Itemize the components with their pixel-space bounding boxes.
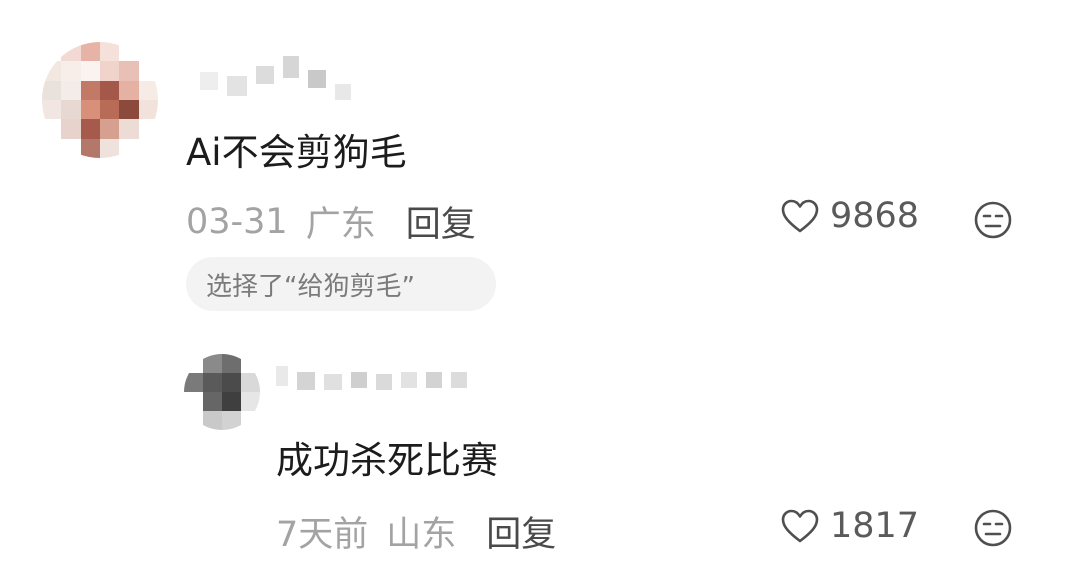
- avatar-pixel: [184, 392, 203, 411]
- avatar-pixel: [42, 80, 62, 100]
- avatar-pixel: [138, 138, 158, 158]
- avatar-pixel: [138, 42, 158, 62]
- avatar-pixel: [100, 119, 120, 139]
- avatar-pixel: [80, 42, 100, 62]
- avatar-pixel: [119, 80, 139, 100]
- like-button[interactable]: 1817: [780, 506, 919, 546]
- like-button[interactable]: 9868: [780, 196, 919, 236]
- avatar-pixel: [203, 373, 222, 392]
- avatar-pixel: [42, 100, 62, 120]
- avatar-pixel: [61, 42, 81, 62]
- avatar-pixel: [61, 119, 81, 139]
- avatar-pixel: [80, 138, 100, 158]
- reply-button[interactable]: 回复: [486, 506, 556, 557]
- avatar-pixel: [241, 392, 260, 411]
- unamused-face-icon: [974, 201, 1012, 239]
- avatar-pixel: [203, 411, 222, 430]
- avatar-pixel: [61, 61, 81, 81]
- avatar-pixel: [138, 119, 158, 139]
- reply-button[interactable]: 回复: [406, 196, 476, 247]
- avatar-pixel: [222, 392, 241, 411]
- avatar-pixel: [119, 42, 139, 62]
- avatar-pixel: [100, 42, 120, 62]
- avatar-pixel: [119, 61, 139, 81]
- avatar-pixel: [241, 411, 260, 430]
- avatar-pixel: [42, 42, 62, 62]
- avatar-pixel: [119, 138, 139, 158]
- like-count: 9868: [830, 196, 920, 236]
- avatar-pixel: [203, 354, 222, 373]
- avatar-pixel: [100, 100, 120, 120]
- like-count: 1817: [830, 506, 920, 546]
- comment-date: 7天前: [276, 515, 369, 555]
- avatar-pixel: [119, 119, 139, 139]
- avatar-pixel: [222, 411, 241, 430]
- avatar-pixel: [80, 119, 100, 139]
- avatar-pixel: [241, 354, 260, 373]
- avatar-pixel: [138, 61, 158, 81]
- avatar[interactable]: [42, 42, 158, 158]
- avatar-pixel: [241, 373, 260, 392]
- heart-outline-icon: [781, 509, 819, 543]
- avatar-pixel: [138, 80, 158, 100]
- avatar-pixel: [100, 61, 120, 81]
- dislike-button[interactable]: [973, 508, 1013, 548]
- avatar-pixel: [42, 119, 62, 139]
- avatar-pixel: [184, 373, 203, 392]
- avatar-pixel: [138, 100, 158, 120]
- choice-chip-label: 选择了“给狗剪毛”: [206, 271, 415, 302]
- comment-meta: 03-31 广东 回复: [186, 196, 476, 247]
- username-blurred[interactable]: [276, 366, 476, 390]
- avatar-pixel: [61, 138, 81, 158]
- avatar-pixel: [61, 100, 81, 120]
- avatar-pixel: [119, 100, 139, 120]
- avatar-pixel: [80, 61, 100, 81]
- choice-chip[interactable]: 选择了“给狗剪毛”: [186, 257, 496, 311]
- heart-outline-icon: [781, 199, 819, 233]
- avatar-pixel: [184, 354, 203, 373]
- comment-text: 成功杀死比赛: [276, 439, 498, 482]
- avatar-pixel: [61, 80, 81, 100]
- comment-text: Ai不会剪狗毛: [186, 131, 407, 174]
- avatar-pixel: [100, 138, 120, 158]
- username-blurred[interactable]: [200, 56, 360, 100]
- avatar-pixel: [42, 138, 62, 158]
- avatar-pixel: [184, 411, 203, 430]
- avatar-pixel: [203, 392, 222, 411]
- comment-location: 广东: [305, 205, 376, 245]
- avatar-pixel: [80, 100, 100, 120]
- avatar-pixel: [222, 354, 241, 373]
- avatar-pixel: [222, 373, 241, 392]
- comment-meta: 7天前 山东 回复: [276, 506, 556, 557]
- avatar-pixel: [42, 61, 62, 81]
- unamused-face-icon: [974, 509, 1012, 547]
- dislike-button[interactable]: [973, 200, 1013, 240]
- avatar-pixel: [80, 80, 100, 100]
- avatar-pixel: [100, 80, 120, 100]
- avatar[interactable]: [184, 354, 260, 430]
- comment-date: 03-31: [186, 201, 288, 242]
- comment-location: 山东: [386, 515, 457, 555]
